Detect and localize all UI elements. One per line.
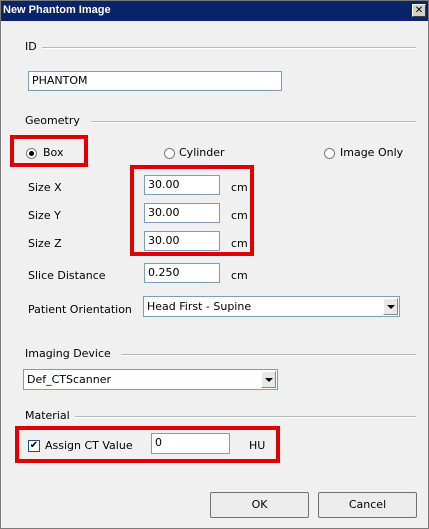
ok-button[interactable]: OK	[210, 492, 309, 518]
imaging-device-value: Def_CTScanner	[27, 373, 112, 386]
imaging-device-divider	[121, 354, 416, 356]
material-highlight	[15, 426, 280, 463]
patient-orientation-select[interactable]: Head First - Supine	[143, 296, 400, 317]
box-highlight	[10, 135, 88, 167]
slice-distance-unit: cm	[231, 269, 248, 282]
cylinder-radio-label[interactable]: Cylinder	[179, 146, 225, 159]
dialog-title: New Phantom Image	[3, 4, 111, 16]
patient-orientation-value: Head First - Supine	[147, 300, 252, 313]
size-z-label: Size Z	[28, 237, 62, 250]
material-divider	[73, 416, 416, 418]
image-only-radio-label[interactable]: Image Only	[340, 146, 403, 159]
imaging-device-select[interactable]: Def_CTScanner	[23, 369, 278, 390]
new-phantom-image-dialog: New Phantom Image ✕ ID PHANTOM Geometry …	[0, 0, 429, 529]
size-y-label: Size Y	[28, 209, 61, 222]
close-icon[interactable]: ✕	[412, 4, 426, 17]
material-section-label: Material	[25, 409, 75, 422]
id-section-label: ID	[25, 40, 42, 53]
imaging-device-section-label: Imaging Device	[25, 347, 116, 360]
id-divider	[36, 47, 416, 49]
size-highlight	[130, 165, 254, 256]
title-bar: New Phantom Image ✕	[1, 1, 428, 21]
chevron-down-icon[interactable]	[383, 298, 398, 315]
slice-distance-label: Slice Distance	[28, 269, 106, 282]
image-only-radio[interactable]	[324, 148, 335, 159]
patient-orientation-label: Patient Orientation	[28, 303, 132, 316]
size-x-label: Size X	[28, 181, 62, 194]
id-input[interactable]: PHANTOM	[28, 71, 282, 91]
slice-distance-input[interactable]: 0.250	[144, 263, 220, 283]
geometry-divider	[91, 121, 416, 123]
geometry-section-label: Geometry	[25, 114, 85, 127]
chevron-down-icon[interactable]	[261, 371, 276, 388]
cancel-button[interactable]: Cancel	[318, 492, 417, 518]
cylinder-radio[interactable]	[164, 148, 175, 159]
